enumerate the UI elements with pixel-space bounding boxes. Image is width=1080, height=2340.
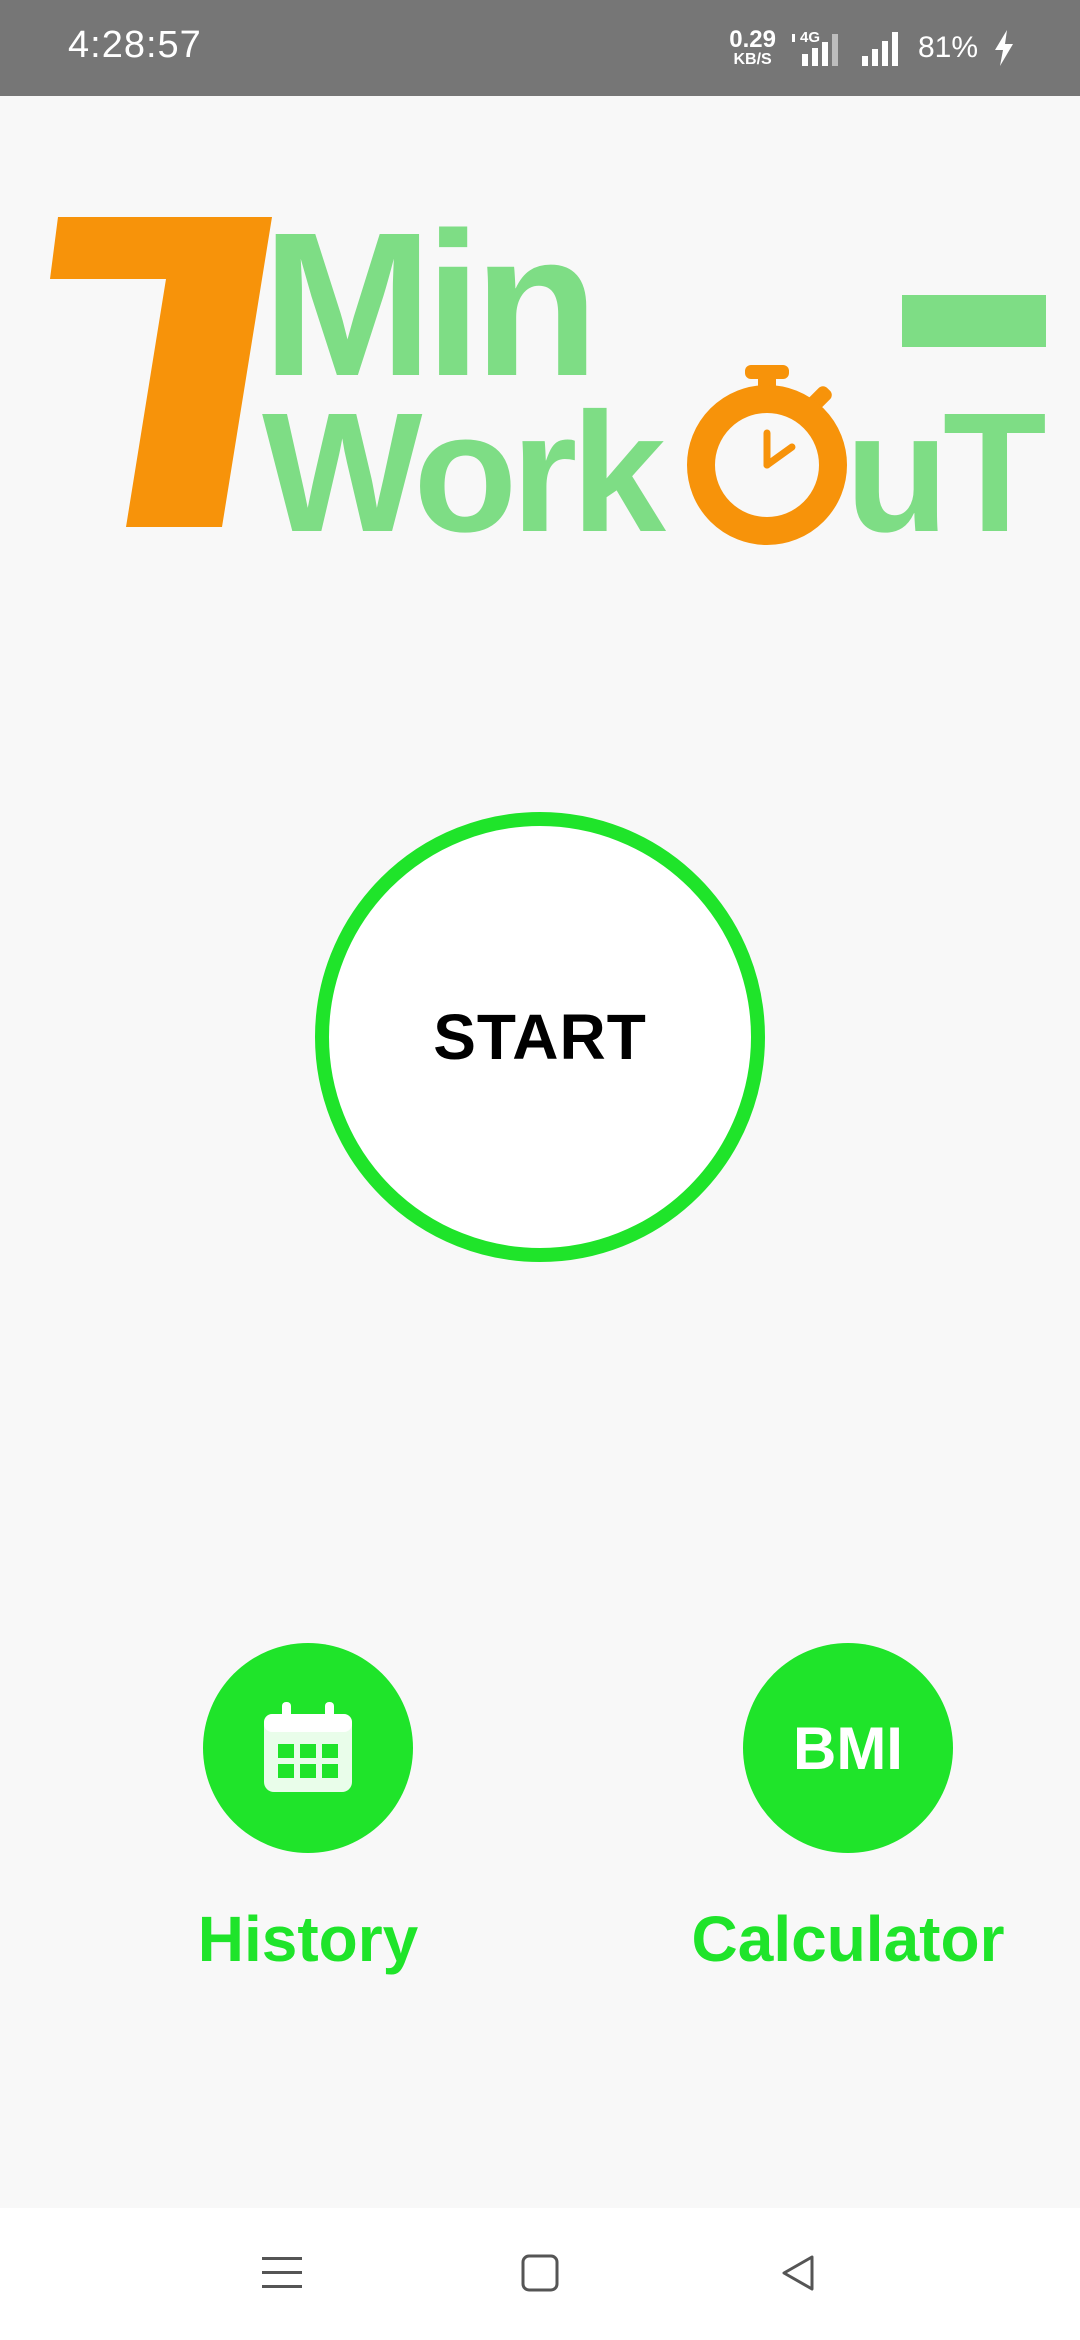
- battery-percentage: 81%: [917, 31, 978, 64]
- back-icon: [782, 2255, 814, 2291]
- start-button-label: START: [433, 1001, 647, 1073]
- menu-icon: [262, 2257, 302, 2288]
- network-speed-unit: KB/S: [733, 51, 772, 68]
- app-logo: Min Work uT: [50, 195, 1050, 565]
- bmi-icon-text: BMI: [793, 1714, 903, 1782]
- navigation-bar: [0, 2208, 1080, 2340]
- home-icon: [521, 2254, 559, 2292]
- mobile-data-signal-icon: 4G: [791, 29, 838, 66]
- recent-apps-button[interactable]: [252, 2243, 312, 2303]
- status-time: 4:28:57: [68, 24, 202, 66]
- logo-work-text: Work: [262, 378, 666, 565]
- status-bar: 4:28:57 0.29 KB/S 4G 81%: [0, 0, 1080, 96]
- network-type-label: 4G: [800, 29, 820, 46]
- logo-seven: [50, 217, 272, 527]
- history-button[interactable]: [203, 1643, 413, 1853]
- logo-t-bar: [902, 295, 1046, 347]
- logo-ut-text: uT: [845, 378, 1046, 565]
- status-indicators: 0.29 KB/S 4G 81%: [729, 22, 1016, 74]
- back-button[interactable]: [768, 2243, 828, 2303]
- signal-icon: [861, 32, 898, 66]
- stopwatch-icon: [687, 365, 847, 545]
- calendar-icon: [264, 1702, 352, 1792]
- bmi-calculator-button[interactable]: BMI: [743, 1643, 953, 1853]
- history-label[interactable]: History: [158, 1902, 458, 1976]
- calculator-label[interactable]: Calculator: [668, 1902, 1028, 1976]
- home-button[interactable]: [510, 2243, 570, 2303]
- screen: 4:28:57 0.29 KB/S 4G 81% Min Work uT STA…: [0, 0, 1080, 2340]
- charging-icon: [995, 30, 1013, 66]
- start-button[interactable]: START: [315, 812, 765, 1262]
- network-speed: 0.29 KB/S: [729, 28, 776, 68]
- network-speed-value: 0.29: [729, 26, 776, 53]
